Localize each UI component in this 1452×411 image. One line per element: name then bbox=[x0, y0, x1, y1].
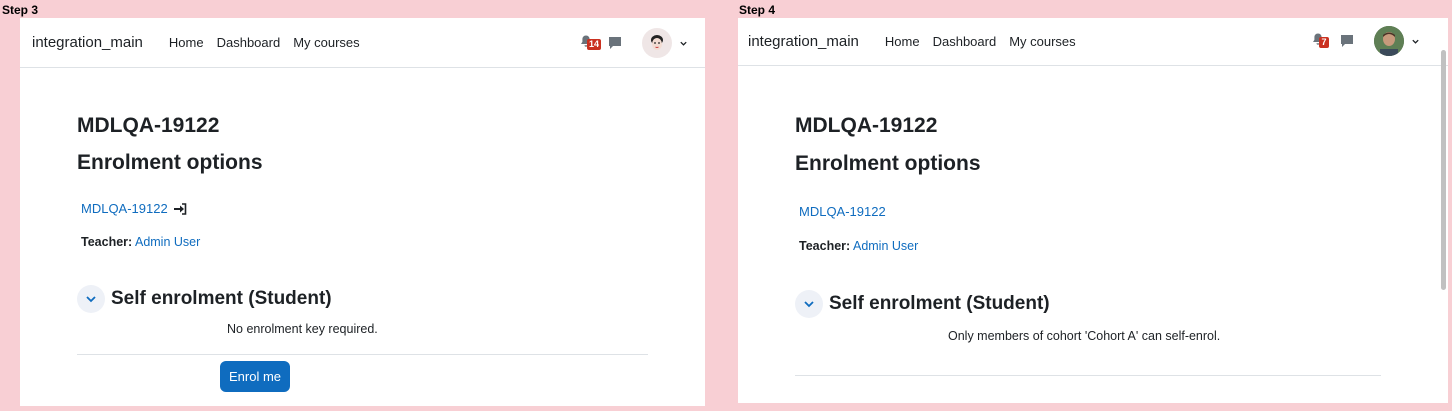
divider bbox=[77, 354, 648, 355]
teacher-name-link[interactable]: Admin User bbox=[135, 235, 200, 249]
nav-home[interactable]: Home bbox=[885, 34, 920, 49]
site-name[interactable]: integration_main bbox=[32, 34, 143, 51]
collapse-section-button[interactable] bbox=[77, 285, 105, 313]
chevron-down-icon bbox=[804, 301, 814, 308]
enrol-me-button[interactable]: Enrol me bbox=[220, 361, 290, 392]
teacher-name-link[interactable]: Admin User bbox=[853, 239, 918, 253]
teacher-label: Teacher: bbox=[81, 235, 133, 249]
step-label: Step 4 bbox=[739, 3, 776, 17]
course-title: MDLQA-19122 bbox=[795, 114, 938, 137]
vertical-scrollbar[interactable] bbox=[1441, 50, 1446, 290]
nav-my-courses[interactable]: My courses bbox=[293, 35, 359, 50]
messages-icon[interactable] bbox=[608, 36, 622, 50]
site-name[interactable]: integration_main bbox=[748, 33, 859, 50]
user-avatar-icon bbox=[1374, 26, 1404, 56]
enrolment-info-text: No enrolment key required. bbox=[227, 322, 378, 336]
notification-count-badge: 7 bbox=[1319, 37, 1329, 48]
step-3-panel: integration_main Home Dashboard My cours… bbox=[20, 18, 705, 406]
collapse-section-button[interactable] bbox=[795, 290, 823, 318]
avatar[interactable] bbox=[642, 28, 672, 58]
nav-dashboard[interactable]: Dashboard bbox=[933, 34, 997, 49]
divider bbox=[795, 375, 1381, 376]
primary-nav: Home Dashboard My courses bbox=[169, 35, 373, 50]
course-link[interactable]: MDLQA-19122 bbox=[799, 204, 886, 219]
enrol-sign-in-icon bbox=[173, 202, 187, 215]
chevron-down-icon[interactable] bbox=[679, 39, 688, 48]
teacher-line: Teacher: Admin User bbox=[81, 235, 200, 249]
course-link-text[interactable]: MDLQA-19122 bbox=[81, 201, 168, 216]
page-heading: Enrolment options bbox=[77, 151, 263, 174]
teacher-line: Teacher: Admin User bbox=[799, 239, 918, 253]
step-label: Step 3 bbox=[2, 3, 39, 17]
nav-home[interactable]: Home bbox=[169, 35, 204, 50]
course-title: MDLQA-19122 bbox=[77, 114, 220, 137]
notifications-button[interactable]: 7 bbox=[1312, 33, 1329, 49]
self-enrolment-header: Self enrolment (Student) bbox=[795, 290, 1050, 318]
course-link-text[interactable]: MDLQA-19122 bbox=[799, 204, 886, 219]
self-enrolment-header: Self enrolment (Student) bbox=[77, 285, 332, 313]
course-link[interactable]: MDLQA-19122 bbox=[81, 201, 187, 216]
top-navbar: integration_main Home Dashboard My cours… bbox=[738, 18, 1448, 66]
teacher-label: Teacher: bbox=[799, 239, 851, 253]
chevron-down-icon[interactable] bbox=[1411, 37, 1420, 46]
notification-count-badge: 14 bbox=[587, 39, 602, 50]
enrolment-info-text: Only members of cohort 'Cohort A' can se… bbox=[948, 329, 1221, 343]
avatar[interactable] bbox=[1374, 26, 1404, 56]
user-menu-area: 7 bbox=[1312, 26, 1420, 56]
nav-dashboard[interactable]: Dashboard bbox=[217, 35, 281, 50]
messages-icon[interactable] bbox=[1340, 34, 1354, 48]
page-heading: Enrolment options bbox=[795, 152, 981, 175]
primary-nav: Home Dashboard My courses bbox=[885, 34, 1089, 49]
chevron-down-icon bbox=[86, 296, 96, 303]
section-title: Self enrolment (Student) bbox=[829, 293, 1050, 314]
step-4-panel: integration_main Home Dashboard My cours… bbox=[738, 18, 1448, 403]
nav-my-courses[interactable]: My courses bbox=[1009, 34, 1075, 49]
user-avatar-icon bbox=[651, 35, 663, 50]
notifications-button[interactable]: 14 bbox=[580, 35, 602, 51]
top-navbar: integration_main Home Dashboard My cours… bbox=[20, 18, 705, 68]
user-menu-area: 14 bbox=[580, 28, 688, 58]
section-title: Self enrolment (Student) bbox=[111, 288, 332, 309]
